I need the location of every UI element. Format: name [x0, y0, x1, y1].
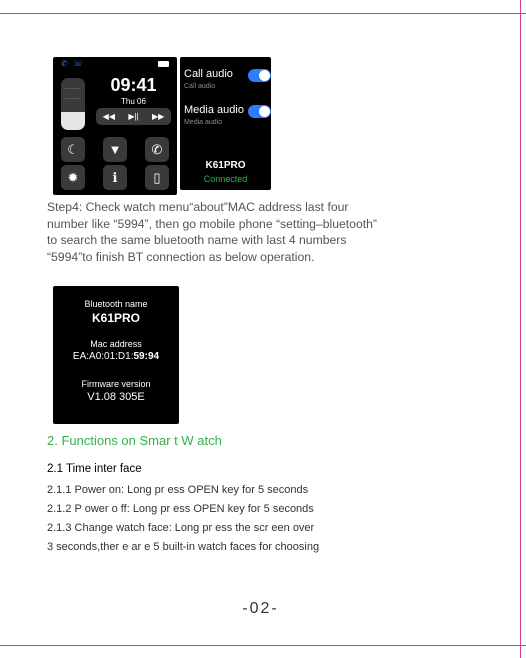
step4-line: to search the same bluetooth name with l…	[47, 233, 347, 247]
watch-date: Thu 06	[121, 97, 146, 106]
bluetooth-name-value: K61PRO	[91, 311, 141, 325]
media-audio-toggle	[248, 105, 271, 118]
media-audio-sublabel: Media audio	[184, 119, 223, 126]
step4-line: Step4: Check watch menu“about”MAC addres…	[47, 200, 349, 214]
watch-icon: ▯	[145, 165, 169, 190]
subsection-title: 2.1 Time inter face	[47, 463, 142, 475]
firmware-version-label: Firmware version	[81, 379, 151, 389]
mac-address-prefix: EA:A0:01:D1:	[72, 351, 134, 362]
call-audio-sublabel: Call audio	[184, 83, 216, 90]
connection-status: Connected	[203, 174, 248, 184]
bluetooth-name-label: Bluetooth name	[84, 299, 148, 309]
previous-icon: ◀◀	[102, 112, 115, 121]
bluetooth-icon: ✆	[61, 59, 68, 68]
device-name: K61PRO	[205, 160, 246, 171]
call-audio-label: Call audio	[184, 68, 233, 80]
brightness-slider	[61, 78, 85, 130]
page-border-right	[520, 0, 521, 658]
function-line: 2.1.3 Change watch face: Long pr ess the…	[47, 522, 315, 534]
brightness-level	[61, 111, 85, 130]
mac-address-label: Mac address	[90, 339, 142, 349]
step4-line: number like “5994”, then go mobile phone…	[47, 216, 377, 231]
play-pause-icon: ▶||	[128, 112, 139, 121]
call-audio-toggle	[248, 69, 271, 82]
function-line: 2.1.1 Power on: Long pr ess OPEN key for…	[47, 484, 309, 496]
page-border-top	[0, 13, 526, 14]
flashlight-icon: ▼	[103, 137, 127, 162]
media-controls: ◀◀ ▶|| ▶▶	[96, 108, 171, 125]
watch-time: 09:41	[110, 75, 157, 95]
info-icon: ℹ	[103, 165, 127, 190]
phone-call-icon: ✆	[145, 137, 169, 162]
watch-about-screen: Bluetooth name K61PRO Mac address EA:A0:…	[53, 286, 179, 424]
next-icon: ▶▶	[151, 112, 165, 121]
watch-audio-screen: Call audio Call audio Media audio Media …	[180, 57, 271, 190]
moon-icon: ☾	[61, 137, 85, 162]
mac-address-value: EA:A0:01:D1:59:94	[53, 351, 179, 362]
function-line: 2.1.2 P ower o ff: Long pr ess OPEN key …	[47, 503, 314, 515]
firmware-version-value: V1.08 305E	[87, 391, 145, 403]
step4-line: “5994”to finish BT connection as below o…	[47, 249, 315, 264]
function-line: 3 seconds,ther e ar e 5 built-in watch f…	[47, 541, 320, 553]
gear-icon: ✹	[61, 165, 85, 190]
mac-address-suffix: 59:94	[133, 351, 160, 362]
page-number: -02-	[242, 600, 279, 617]
watch-control-screen: ✆ ☏ 09:41 Thu 06 ◀◀ ▶|| ▶▶ ☾ ▼ ✆ ✹ ℹ ▯	[53, 57, 177, 195]
battery-icon	[158, 61, 169, 67]
step4-instructions: Step4: Check watch menu“about”MAC addres…	[47, 199, 517, 265]
section-title: 2. Functions on Smar t W atch	[47, 433, 222, 448]
phone-icon: ☏	[73, 59, 84, 68]
media-audio-label: Media audio	[184, 104, 244, 116]
page-border-bottom	[0, 645, 526, 646]
